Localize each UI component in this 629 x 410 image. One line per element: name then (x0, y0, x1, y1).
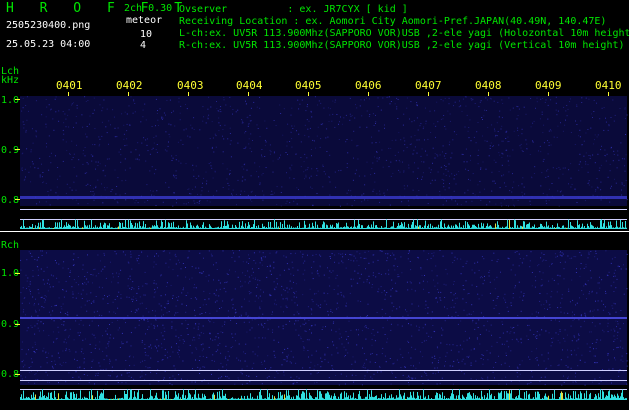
spectrogram-graphics (0, 92, 629, 400)
lch-signal-strip (20, 219, 627, 229)
lch-carrier-line (20, 196, 627, 199)
tick-marks (15, 99, 20, 375)
time-tick-marks (68, 92, 609, 96)
hroft-window: H R O F F T 2ch 0.30 2505230400.png 25.0… (0, 0, 629, 410)
rch-signal-strip (20, 389, 627, 400)
lch-waterfall (20, 96, 627, 206)
rch-carrier-line (20, 317, 627, 319)
